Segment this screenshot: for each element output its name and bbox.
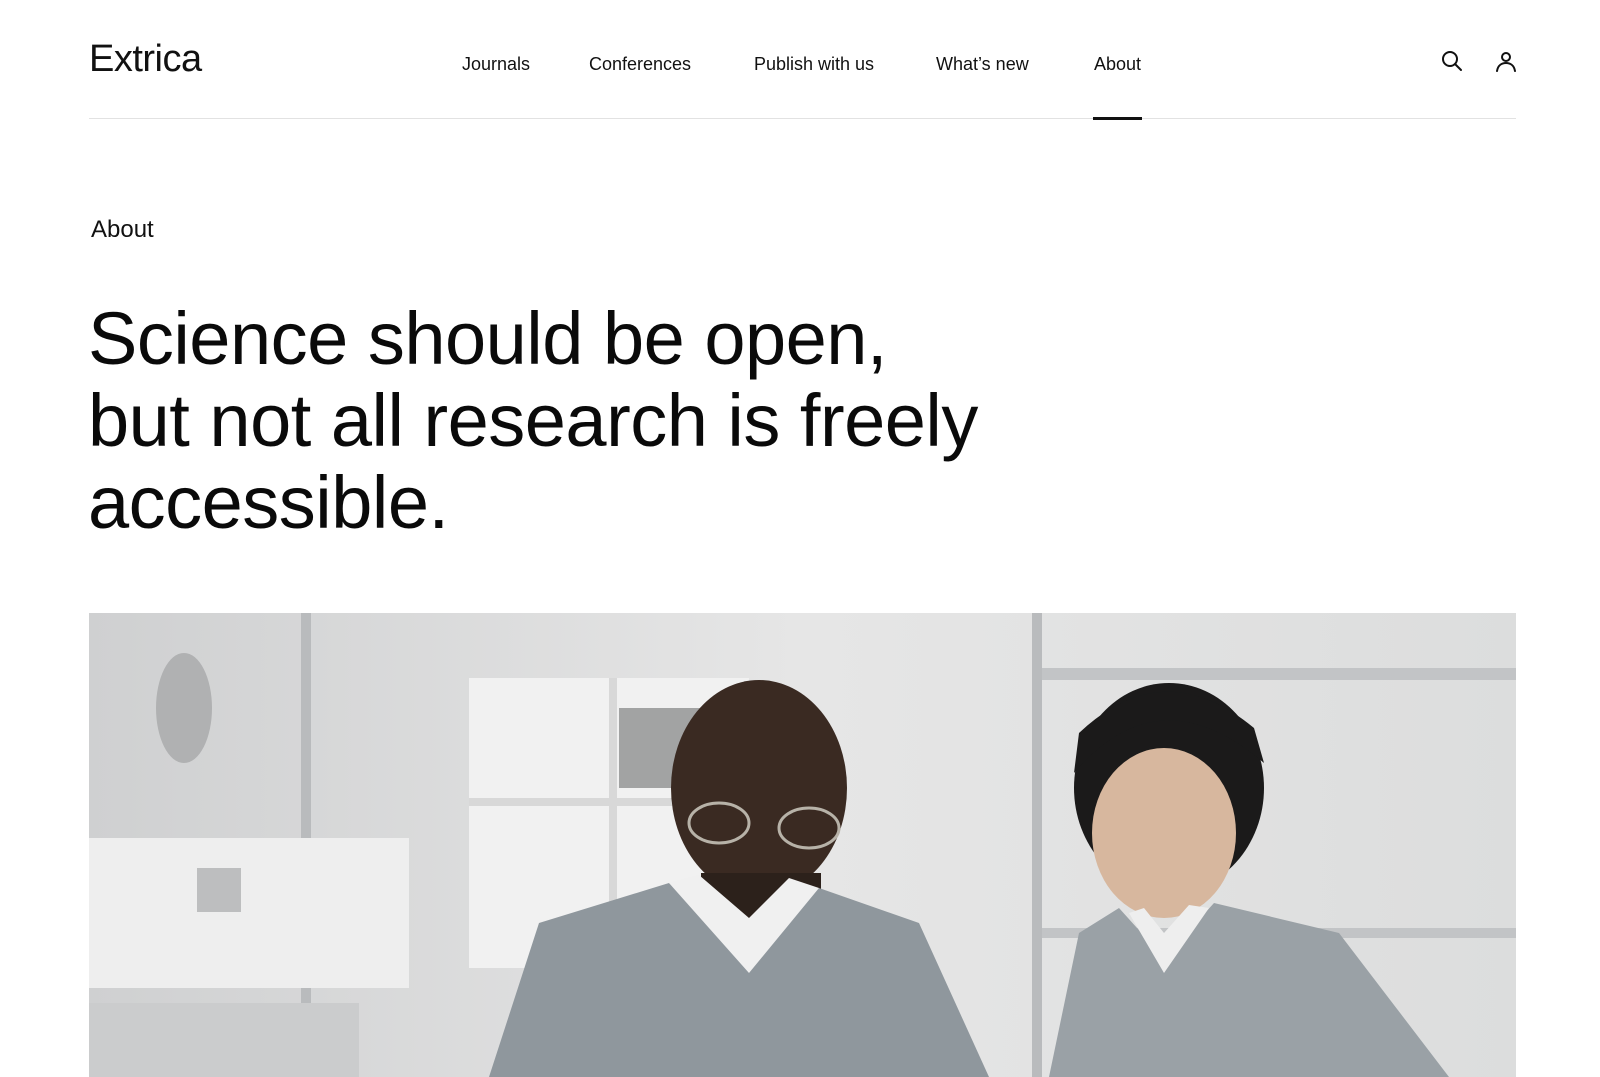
page-headline: Science should be open, but not all rese… — [88, 298, 1048, 544]
headline-line: Science should be open, — [88, 297, 888, 380]
headline-line: accessible. — [88, 461, 449, 544]
search-icon[interactable] — [1439, 48, 1465, 74]
main-nav: Journals Conferences Publish with us Wha… — [89, 0, 1516, 120]
nav-item-conferences[interactable]: Conferences — [589, 52, 691, 76]
page-eyebrow: About — [91, 216, 154, 243]
page: Extrica Journals Conferences Publish wit… — [0, 0, 1600, 1077]
nav-item-whats-new[interactable]: What’s new — [936, 52, 1029, 76]
site-header: Extrica Journals Conferences Publish wit… — [89, 0, 1519, 120]
user-icon[interactable] — [1493, 48, 1519, 74]
headline-line: but not all research is freely — [88, 379, 978, 462]
nav-item-about[interactable]: About — [1092, 52, 1143, 120]
nav-item-journals[interactable]: Journals — [462, 52, 530, 76]
nav-item-publish-with-us[interactable]: Publish with us — [754, 52, 874, 76]
hero-image — [89, 613, 1516, 1077]
